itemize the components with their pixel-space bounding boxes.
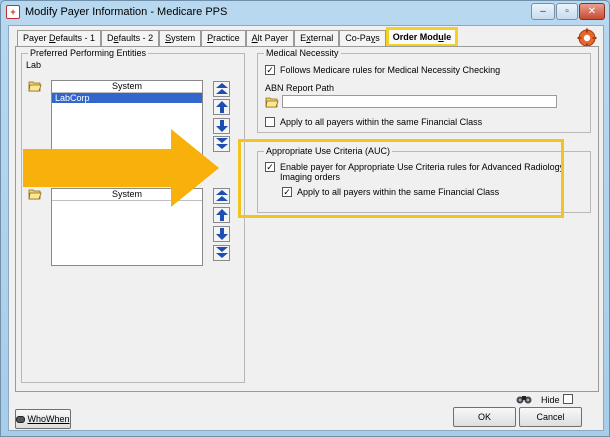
close-button[interactable]: ✕ (579, 3, 605, 20)
order-module-panel: Preferred Performing Entities Lab System… (15, 46, 599, 392)
cancel-button[interactable]: Cancel (519, 407, 582, 427)
move-down-button[interactable] (213, 226, 230, 242)
minimize-button[interactable]: – (531, 3, 555, 20)
lab-column-header: System (52, 81, 202, 93)
binoculars-icon (16, 416, 26, 424)
abn-report-path-input[interactable] (282, 95, 557, 108)
tab-alt-payer[interactable]: Alt Payer (245, 30, 295, 47)
move-top-button[interactable] (213, 81, 230, 97)
tab-payer-defaults-1[interactable]: Payer Defaults - 1 (17, 30, 102, 47)
tab-label-pre: Order Mod (392, 32, 439, 42)
title-bar[interactable]: + Modify Payer Information - Medicare PP… (1, 1, 609, 23)
tab-label-post: ystem (171, 33, 196, 43)
folder-open-icon[interactable] (265, 96, 279, 108)
follows-medicare-checkbox[interactable]: ✓ (265, 65, 275, 75)
lab-label: Lab (26, 60, 42, 70)
follows-medicare-label: Follows Medicare rules for Medical Neces… (280, 65, 501, 75)
apply-financial-class-label: Apply to all payers within the same Fina… (280, 117, 483, 127)
restore-button[interactable]: ▫ (556, 3, 578, 20)
tab-label-post: ternal (310, 33, 334, 43)
window-title: Modify Payer Information - Medicare PPS (25, 6, 228, 18)
ok-button[interactable]: OK (453, 407, 516, 427)
tab-label-post: faults - 2 (118, 33, 154, 43)
checkmark-icon: ✓ (266, 65, 274, 75)
arrow-up-icon (216, 209, 228, 221)
preferred-entities-legend: Preferred Performing Entities (28, 48, 149, 58)
medical-necessity-group: Medical Necessity ✓ Follows Medicare rul… (257, 48, 591, 133)
callout-arrow-icon (23, 129, 219, 207)
arrow-up-icon (216, 101, 228, 113)
tab-label-post: le (443, 32, 452, 42)
who-when-button[interactable]: WhoWhen (15, 409, 71, 429)
tab-defaults-2[interactable]: Defaults - 2 (101, 30, 160, 47)
folder-open-icon[interactable] (28, 80, 42, 92)
tab-label-pre: Payer (23, 33, 50, 43)
dialog-client: Payer Defaults - 1 Defaults - 2 System Prac… (8, 25, 604, 431)
auc-highlight-frame (238, 139, 564, 218)
medical-necessity-legend: Medical Necessity (264, 48, 341, 58)
double-chevron-up-icon (216, 83, 228, 94)
gear-icon[interactable] (577, 28, 597, 48)
tab-label-post: lt Payer (257, 33, 289, 43)
preferred-entities-group: Preferred Performing Entities Lab System… (21, 48, 245, 383)
hide-label: Hide (541, 395, 560, 405)
tab-order-module[interactable]: Order Module (385, 27, 459, 47)
move-bottom-button[interactable] (213, 245, 230, 261)
double-chevron-down-icon (216, 247, 228, 258)
tab-label-pre: Co-Pa (345, 33, 371, 43)
tab-label-post: efaults - 1 (55, 33, 96, 43)
tab-label-post: s (375, 33, 380, 43)
hide-checkbox[interactable] (563, 394, 573, 404)
move-up-button[interactable] (213, 207, 230, 223)
tab-label-post: ractice (213, 33, 240, 43)
tab-strip: Payer Defaults - 1 Defaults - 2 System Prac… (17, 27, 459, 47)
list-item[interactable]: LabCorp (52, 93, 202, 103)
binoculars-icon[interactable] (516, 393, 532, 405)
who-when-label: WhoWhen (27, 414, 70, 424)
tab-external[interactable]: External (294, 30, 340, 47)
abn-report-path-label: ABN Report Path (265, 83, 335, 93)
tab-system[interactable]: System (159, 30, 202, 47)
arrow-down-icon (216, 228, 228, 240)
tab-practice[interactable]: Practice (201, 30, 246, 47)
modify-payer-window: + Modify Payer Information - Medicare PP… (0, 0, 610, 437)
apply-financial-class-checkbox[interactable] (265, 117, 275, 127)
tab-co-pays[interactable]: Co-Pays (339, 30, 386, 47)
move-up-button[interactable] (213, 99, 230, 115)
app-icon: + (6, 5, 20, 19)
